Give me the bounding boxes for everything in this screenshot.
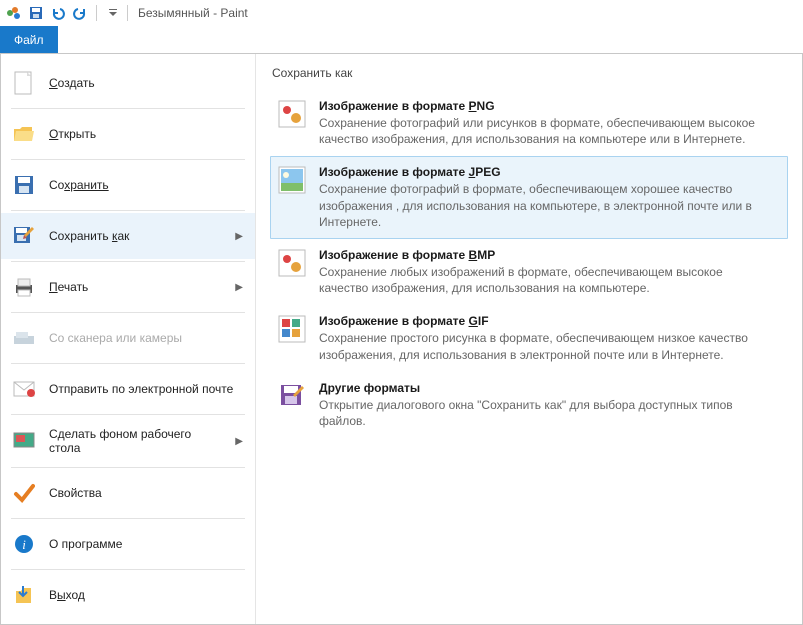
window-title: Безымянный - Paint: [138, 6, 248, 20]
menu-item-send-email[interactable]: Отправить по электронной почте: [1, 366, 255, 412]
menu-item-scanner: Со сканера или камеры: [1, 315, 255, 361]
app-icon[interactable]: [4, 3, 24, 23]
panel-header: Сохранить как: [270, 62, 788, 90]
option-desc: Сохранение любых изображений в формате, …: [319, 264, 775, 296]
divider: [11, 108, 245, 109]
divider: [11, 363, 245, 364]
bmp-image-icon: [277, 248, 307, 278]
chevron-right-icon: ▶: [235, 282, 243, 293]
divider: [11, 210, 245, 211]
email-icon: [11, 376, 37, 402]
exit-icon: [11, 582, 37, 608]
jpeg-image-icon: [277, 165, 307, 195]
open-folder-icon: [11, 121, 37, 147]
option-body: Другие форматы Открытие диалогового окна…: [319, 381, 781, 429]
save-as-bmp[interactable]: Изображение в формате BMP Сохранение люб…: [270, 239, 788, 305]
menu-item-label: Выход: [49, 588, 243, 602]
menu-item-about[interactable]: i О программе: [1, 521, 255, 567]
ribbon-tabs: Файл: [0, 26, 803, 54]
option-body: Изображение в формате PNG Сохранение фот…: [319, 99, 781, 147]
menu-item-label: Сохранить как: [49, 229, 223, 243]
option-desc: Сохранение фотографий или рисунков в фор…: [319, 115, 775, 147]
redo-icon[interactable]: [70, 3, 90, 23]
menu-item-save-as[interactable]: Сохранить как ▶: [1, 213, 255, 259]
chevron-right-icon: ▶: [235, 231, 243, 242]
menu-item-label: Печать: [49, 280, 223, 294]
divider: [11, 159, 245, 160]
file-menu-left: Создать Открыть Сохранить Сохранить как …: [1, 54, 256, 624]
option-body: Изображение в формате GIF Сохранение про…: [319, 314, 781, 362]
save-icon[interactable]: [26, 3, 46, 23]
menu-item-label: Создать: [49, 76, 243, 90]
printer-icon: [11, 274, 37, 300]
divider: [11, 414, 245, 415]
divider: [11, 569, 245, 570]
menu-item-label: Сделать фоном рабочего стола: [49, 427, 223, 455]
menu-item-label: Открыть: [49, 127, 243, 141]
scanner-icon: [11, 325, 37, 351]
save-as-panel: Сохранить как Изображение в формате PNG …: [256, 54, 802, 624]
menu-item-create[interactable]: Создать: [1, 60, 255, 106]
save-as-other[interactable]: Другие форматы Открытие диалогового окна…: [270, 372, 788, 438]
png-image-icon: [277, 99, 307, 129]
info-icon: i: [11, 531, 37, 557]
option-desc: Сохранение простого рисунка в формате, о…: [319, 330, 775, 362]
menu-item-properties[interactable]: Свойства: [1, 470, 255, 516]
desktop-bg-icon: [11, 428, 37, 454]
option-title: Изображение в формате PNG: [319, 99, 775, 113]
save-other-icon: [277, 381, 307, 411]
option-body: Изображение в формате BMP Сохранение люб…: [319, 248, 781, 296]
menu-item-print[interactable]: Печать ▶: [1, 264, 255, 310]
menu-item-label: Отправить по электронной почте: [49, 382, 243, 396]
menu-item-label: Со сканера или камеры: [49, 331, 243, 345]
divider: [11, 312, 245, 313]
menu-item-exit[interactable]: Выход: [1, 572, 255, 618]
menu-item-open[interactable]: Открыть: [1, 111, 255, 157]
separator: [127, 5, 128, 21]
gif-image-icon: [277, 314, 307, 344]
separator: [96, 5, 97, 21]
save-as-png[interactable]: Изображение в формате PNG Сохранение фот…: [270, 90, 788, 156]
divider: [11, 467, 245, 468]
option-desc: Открытие диалогового окна "Сохранить как…: [319, 397, 775, 429]
new-file-icon: [11, 70, 37, 96]
file-menu: Создать Открыть Сохранить Сохранить как …: [0, 54, 803, 625]
option-desc: Сохранение фотографий в формате, обеспеч…: [319, 181, 775, 230]
menu-item-label: Свойства: [49, 486, 243, 500]
save-as-gif[interactable]: Изображение в формате GIF Сохранение про…: [270, 305, 788, 371]
titlebar: Безымянный - Paint: [0, 0, 803, 26]
menu-item-label: О программе: [49, 537, 243, 551]
option-title: Изображение в формате GIF: [319, 314, 775, 328]
svg-text:i: i: [22, 537, 26, 552]
save-as-icon: [11, 223, 37, 249]
checkmark-icon: [11, 480, 37, 506]
menu-item-set-desktop[interactable]: Сделать фоном рабочего стола ▶: [1, 417, 255, 465]
save-as-options: Изображение в формате PNG Сохранение фот…: [270, 90, 788, 438]
option-title: Изображение в формате JPEG: [319, 165, 775, 179]
option-body: Изображение в формате JPEG Сохранение фо…: [319, 165, 781, 230]
undo-icon[interactable]: [48, 3, 68, 23]
save-as-jpeg[interactable]: Изображение в формате JPEG Сохранение фо…: [270, 156, 788, 239]
save-disk-icon: [11, 172, 37, 198]
menu-item-label: Сохранить: [49, 178, 243, 192]
menu-item-save[interactable]: Сохранить: [1, 162, 255, 208]
qat-dropdown-icon[interactable]: [103, 3, 123, 23]
divider: [11, 518, 245, 519]
chevron-right-icon: ▶: [235, 436, 243, 447]
quick-access-toolbar: [4, 3, 123, 23]
divider: [11, 261, 245, 262]
option-title: Изображение в формате BMP: [319, 248, 775, 262]
option-title: Другие форматы: [319, 381, 775, 395]
file-tab[interactable]: Файл: [0, 26, 58, 53]
